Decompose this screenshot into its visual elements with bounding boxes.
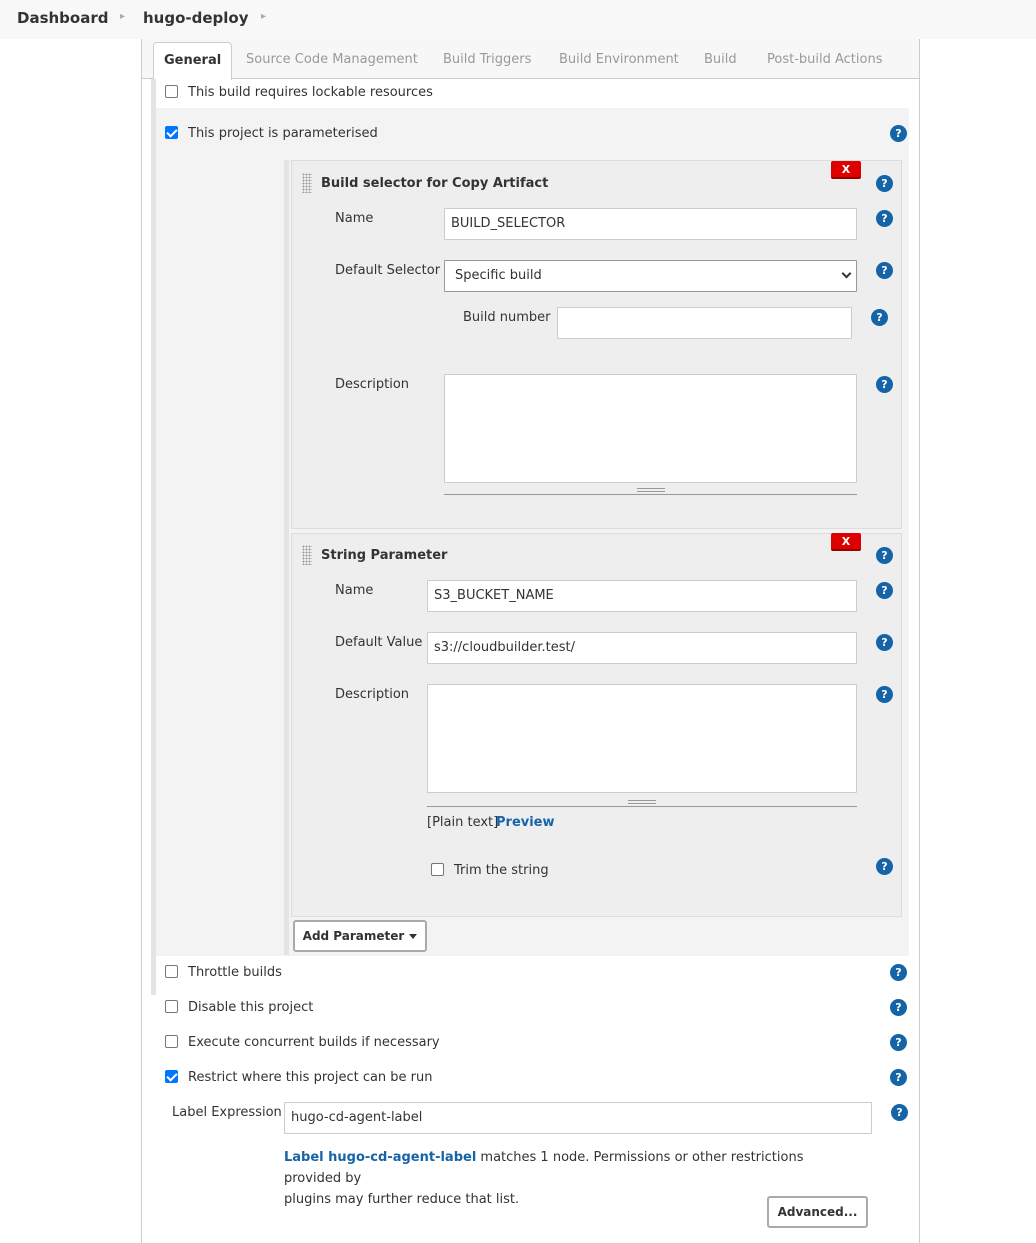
help-icon[interactable]: ? xyxy=(876,262,893,279)
help-icon[interactable]: ? xyxy=(876,210,893,227)
help-icon[interactable]: ? xyxy=(890,999,907,1016)
help-icon[interactable]: ? xyxy=(876,686,893,703)
disable-label: Disable this project xyxy=(188,1000,314,1015)
preview-link[interactable]: Preview xyxy=(496,815,555,830)
chevron-down-icon xyxy=(841,268,852,279)
tab-build-environment[interactable]: Build Environment xyxy=(559,52,679,67)
name-input[interactable]: BUILD_SELECTOR xyxy=(444,208,857,240)
chevron-right-icon[interactable]: ▸ xyxy=(120,11,125,22)
advanced-button[interactable]: Advanced... xyxy=(767,1196,868,1228)
chevron-right-icon[interactable]: ▸ xyxy=(261,11,266,22)
help-icon[interactable]: ? xyxy=(871,309,888,326)
tab-bar: General Source Code Management Build Tri… xyxy=(142,39,919,80)
description-label: Description xyxy=(335,377,410,392)
label-expression-input[interactable]: hugo-cd-agent-label xyxy=(284,1102,872,1134)
name-label: Name xyxy=(335,583,374,598)
throttle-label: Throttle builds xyxy=(188,965,282,980)
default-value-label: Default Value xyxy=(335,635,423,650)
label-link[interactable]: Label hugo-cd-agent-label xyxy=(284,1150,476,1165)
restrict-checkbox[interactable] xyxy=(165,1070,178,1083)
help-icon[interactable]: ? xyxy=(876,376,893,393)
help-icon[interactable]: ? xyxy=(890,1034,907,1051)
label-expression-label: Label Expression xyxy=(172,1105,282,1120)
default-selector-select[interactable]: Specific build xyxy=(444,260,857,292)
concurrent-checkbox[interactable] xyxy=(165,1035,178,1048)
tab-general[interactable]: General xyxy=(153,42,233,80)
help-icon[interactable]: ? xyxy=(890,1069,907,1086)
help-icon[interactable]: ? xyxy=(876,582,893,599)
drag-handle-icon[interactable] xyxy=(302,545,312,565)
help-icon[interactable]: ? xyxy=(890,964,907,981)
disable-checkbox[interactable] xyxy=(165,1000,178,1013)
drag-handle-icon[interactable] xyxy=(302,173,312,193)
plain-text-label: [Plain text] xyxy=(427,815,499,830)
default-value-input[interactable]: s3://cloudbuilder.test/ xyxy=(427,632,857,664)
parameterised-checkbox[interactable] xyxy=(165,126,178,139)
label-info-text-2: plugins may further reduce that list. xyxy=(284,1192,520,1207)
config-panel: General Source Code Management Build Tri… xyxy=(141,39,920,1243)
restrict-label: Restrict where this project can be run xyxy=(188,1070,433,1085)
help-icon[interactable]: ? xyxy=(891,1104,908,1121)
tab-post-build-actions[interactable]: Post-build Actions xyxy=(767,52,882,67)
lockable-label: This build requires lockable resources xyxy=(188,85,433,100)
trim-label: Trim the string xyxy=(454,863,549,878)
breadcrumb-hugo-deploy[interactable]: hugo-deploy xyxy=(143,9,249,27)
param-title: String Parameter xyxy=(321,548,448,563)
param-title: Build selector for Copy Artifact xyxy=(321,176,549,191)
breadcrumb: Dashboard ▸ hugo-deploy ▸ xyxy=(0,0,1036,39)
delete-param-button[interactable]: X xyxy=(831,533,861,551)
add-parameter-label: Add Parameter xyxy=(302,929,405,943)
resize-grip[interactable] xyxy=(427,800,857,807)
help-icon[interactable]: ? xyxy=(876,634,893,651)
build-number-input[interactable] xyxy=(557,307,852,339)
name-input[interactable]: S3_BUCKET_NAME xyxy=(427,580,857,612)
tab-source-code-management[interactable]: Source Code Management xyxy=(246,52,418,67)
build-number-label: Build number xyxy=(463,310,551,325)
help-icon[interactable]: ? xyxy=(876,858,893,875)
concurrent-label: Execute concurrent builds if necessary xyxy=(188,1035,440,1050)
throttle-checkbox[interactable] xyxy=(165,965,178,978)
trim-checkbox[interactable] xyxy=(431,863,444,876)
description-label: Description xyxy=(335,687,410,702)
description-textarea[interactable] xyxy=(427,684,857,793)
caret-down-icon xyxy=(409,934,418,939)
tab-build-triggers[interactable]: Build Triggers xyxy=(443,52,531,67)
default-selector-label: Default Selector xyxy=(335,263,441,278)
help-icon[interactable]: ? xyxy=(876,547,893,564)
help-icon[interactable]: ? xyxy=(876,175,893,192)
params-strip xyxy=(284,160,289,955)
help-icon[interactable]: ? xyxy=(890,125,907,142)
resize-grip-icon xyxy=(628,800,656,804)
lockable-checkbox[interactable] xyxy=(165,85,178,98)
tab-build[interactable]: Build xyxy=(704,52,737,67)
delete-param-button[interactable]: X xyxy=(831,161,861,179)
name-label: Name xyxy=(335,211,374,226)
default-selector-value: Specific build xyxy=(455,268,542,283)
breadcrumb-dashboard[interactable]: Dashboard xyxy=(17,9,108,27)
add-parameter-button[interactable]: Add Parameter xyxy=(293,920,427,952)
description-textarea[interactable] xyxy=(444,374,857,483)
resize-grip[interactable] xyxy=(444,488,857,495)
resize-grip-icon xyxy=(636,488,665,492)
parameterised-label: This project is parameterised xyxy=(188,126,378,141)
